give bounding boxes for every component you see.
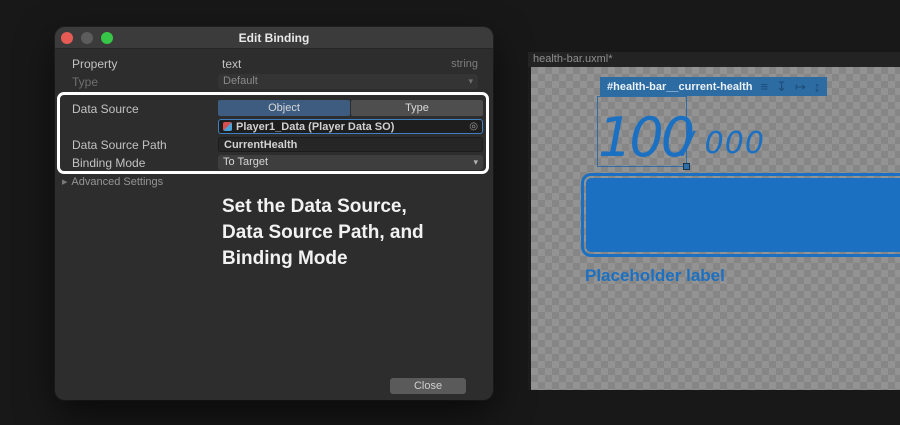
advanced-settings-label: Advanced Settings: [71, 176, 164, 188]
data-source-path-input[interactable]: [218, 137, 483, 152]
property-type-hint: string: [451, 58, 478, 70]
chevron-down-icon: ▾: [473, 157, 478, 167]
chevron-down-icon: ▾: [468, 76, 473, 86]
annotation-line: Set the Data Source,: [222, 196, 407, 217]
uxml-tab-title: health-bar.uxml*: [533, 53, 613, 65]
object-picker-icon[interactable]: ◎: [469, 121, 478, 132]
health-bar-border[interactable]: [581, 173, 900, 257]
binding-mode-dropdown[interactable]: To Target ▾: [218, 155, 483, 170]
annotation-text: Set the Data Source, Data Source Path, a…: [222, 194, 424, 272]
selected-element-name: #health-bar__current-health: [607, 80, 753, 93]
dialog-title: Edit Binding: [238, 31, 310, 45]
property-value: text: [222, 57, 242, 71]
dock-bottom-icon[interactable]: ↧: [776, 77, 787, 96]
data-source-label: Data Source: [72, 102, 139, 116]
zoom-traffic-light-icon[interactable]: [101, 32, 113, 44]
data-source-path-label: Data Source Path: [72, 138, 167, 152]
annotation-line: Data Source Path, and: [222, 222, 424, 243]
data-source-tabs: Object Type: [218, 100, 483, 116]
object-field-value: Player1_Data (Player Data SO): [236, 120, 395, 133]
type-label: Type: [72, 75, 99, 89]
align-lines-icon[interactable]: ≡: [760, 77, 768, 96]
anchor-right-icon[interactable]: ↦: [795, 77, 806, 96]
annotation-line: Binding Mode: [222, 248, 348, 269]
edit-binding-dialog: Edit Binding Property text string Type D…: [55, 27, 493, 400]
type-dropdown-value: Default: [223, 75, 258, 87]
data-source-object-field[interactable]: Player1_Data (Player Data SO) ◎: [218, 119, 483, 134]
foldout-arrow-icon: ▶: [62, 179, 68, 186]
type-dropdown: Default ▾: [218, 74, 478, 89]
health-bar-fill: [586, 178, 900, 252]
property-label: Property: [72, 57, 118, 71]
health-max-label[interactable]: / 000: [683, 129, 765, 159]
binding-mode-value: To Target: [223, 156, 269, 168]
close-traffic-light-icon[interactable]: [61, 32, 73, 44]
uxml-canvas[interactable]: #health-bar__current-health ≡ ↧ ↦ ↨ 100 …: [531, 67, 900, 390]
selection-header[interactable]: #health-bar__current-health ≡ ↧ ↦ ↨: [600, 77, 828, 96]
binding-mode-label: Binding Mode: [72, 156, 146, 170]
scriptable-object-icon: [223, 122, 232, 131]
close-button[interactable]: Close: [390, 378, 466, 394]
minimize-traffic-light-icon[interactable]: [81, 32, 93, 44]
uxml-document-tab[interactable]: health-bar.uxml*: [528, 52, 900, 67]
dialog-titlebar[interactable]: Edit Binding: [55, 27, 493, 49]
resize-vertical-icon[interactable]: ↨: [814, 77, 821, 96]
tab-object[interactable]: Object: [218, 100, 350, 116]
uxml-preview-panel: health-bar.uxml* #health-bar__current-he…: [528, 52, 900, 390]
placeholder-label[interactable]: Placeholder label: [585, 266, 725, 286]
health-value-label[interactable]: 100: [598, 111, 695, 165]
tab-type[interactable]: Type: [351, 100, 483, 116]
advanced-settings-foldout[interactable]: ▶ Advanced Settings: [62, 176, 163, 188]
